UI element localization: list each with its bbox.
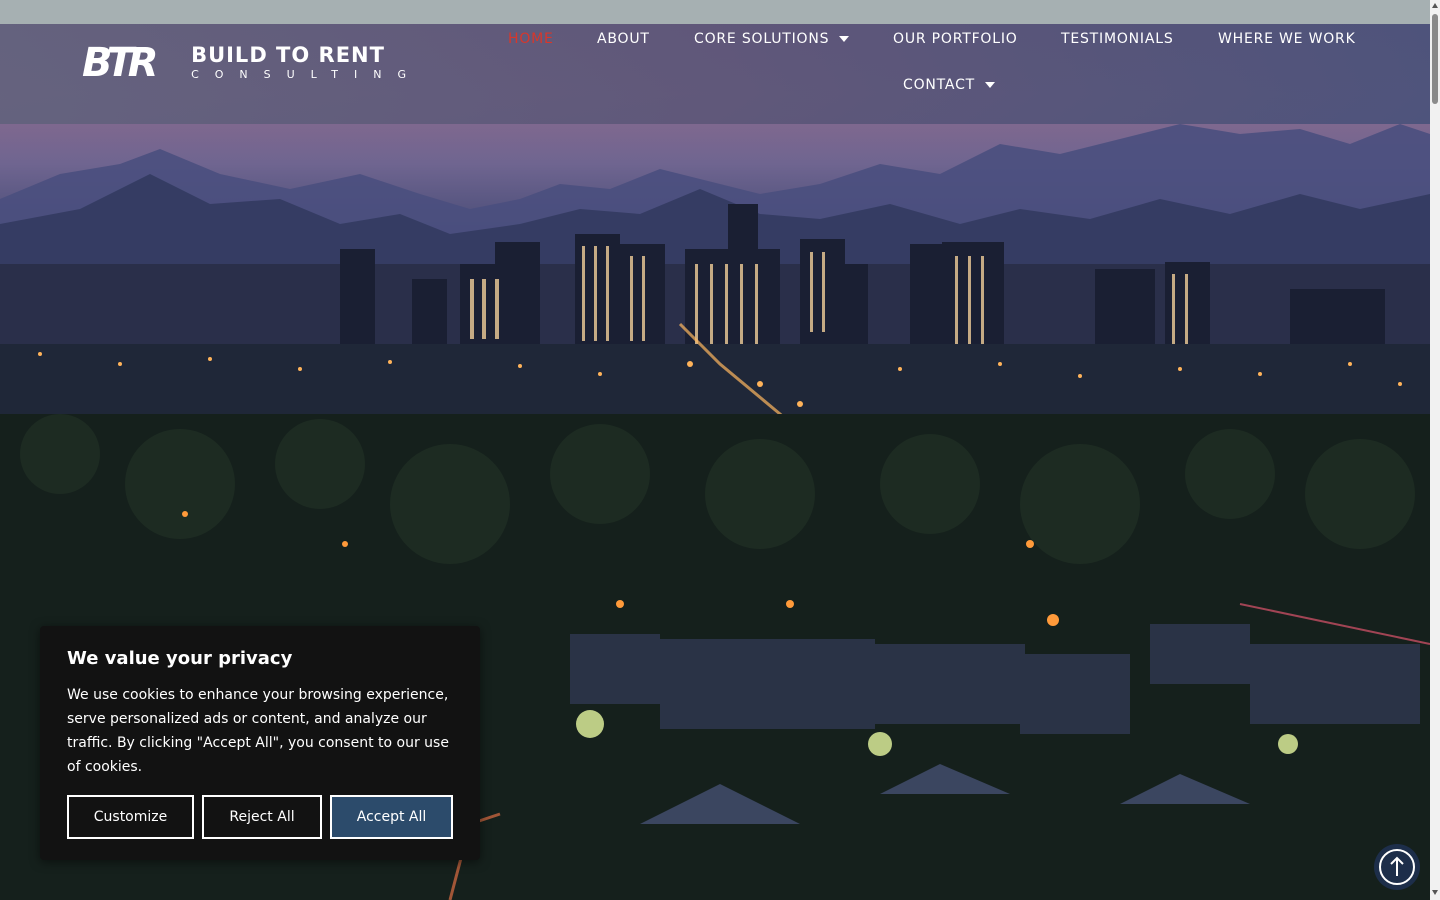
caret-down-icon <box>839 36 850 42</box>
nav-core-solutions-label: CORE SOLUTIONS <box>694 31 830 47</box>
page-scrollbar[interactable] <box>1430 0 1440 900</box>
nav-contact[interactable]: CONTACT <box>903 76 995 94</box>
brand-logo[interactable]: BTR BUILD TO RENT CONSULTING <box>82 43 422 83</box>
cookie-consent-banner: We value your privacy We use cookies to … <box>40 626 480 860</box>
scroll-up-icon[interactable] <box>1432 3 1438 8</box>
arrow-up-circle-icon <box>1379 849 1415 885</box>
scrollbar-thumb[interactable] <box>1432 14 1438 104</box>
cookie-body: We use cookies to enhance your browsing … <box>67 687 449 775</box>
nav-about[interactable]: ABOUT <box>597 30 650 48</box>
accept-all-button[interactable]: Accept All <box>330 795 453 839</box>
nav-core-solutions[interactable]: CORE SOLUTIONS <box>694 30 850 48</box>
nav-contact-label: CONTACT <box>903 77 975 93</box>
cookie-title: We value your privacy <box>67 648 293 669</box>
logo-subtitle: CONSULTING <box>191 68 422 81</box>
nav-testimonials[interactable]: TESTIMONIALS <box>1061 30 1174 48</box>
caret-down-icon <box>985 82 995 88</box>
logo-title: BUILD TO RENT <box>191 43 385 67</box>
nav-home[interactable]: HOME <box>508 30 554 48</box>
customize-button[interactable]: Customize <box>67 795 194 839</box>
nav-where-we-work[interactable]: WHERE WE WORK <box>1218 30 1356 48</box>
scroll-to-top-button[interactable] <box>1374 844 1420 890</box>
nav-our-portfolio[interactable]: OUR PORTFOLIO <box>893 30 1018 48</box>
reject-all-button[interactable]: Reject All <box>202 795 322 839</box>
logo-mark-text: BTR <box>82 40 159 86</box>
logo-mark: BTR <box>82 40 179 86</box>
scroll-down-icon[interactable] <box>1432 890 1438 895</box>
top-strip <box>0 0 1430 24</box>
